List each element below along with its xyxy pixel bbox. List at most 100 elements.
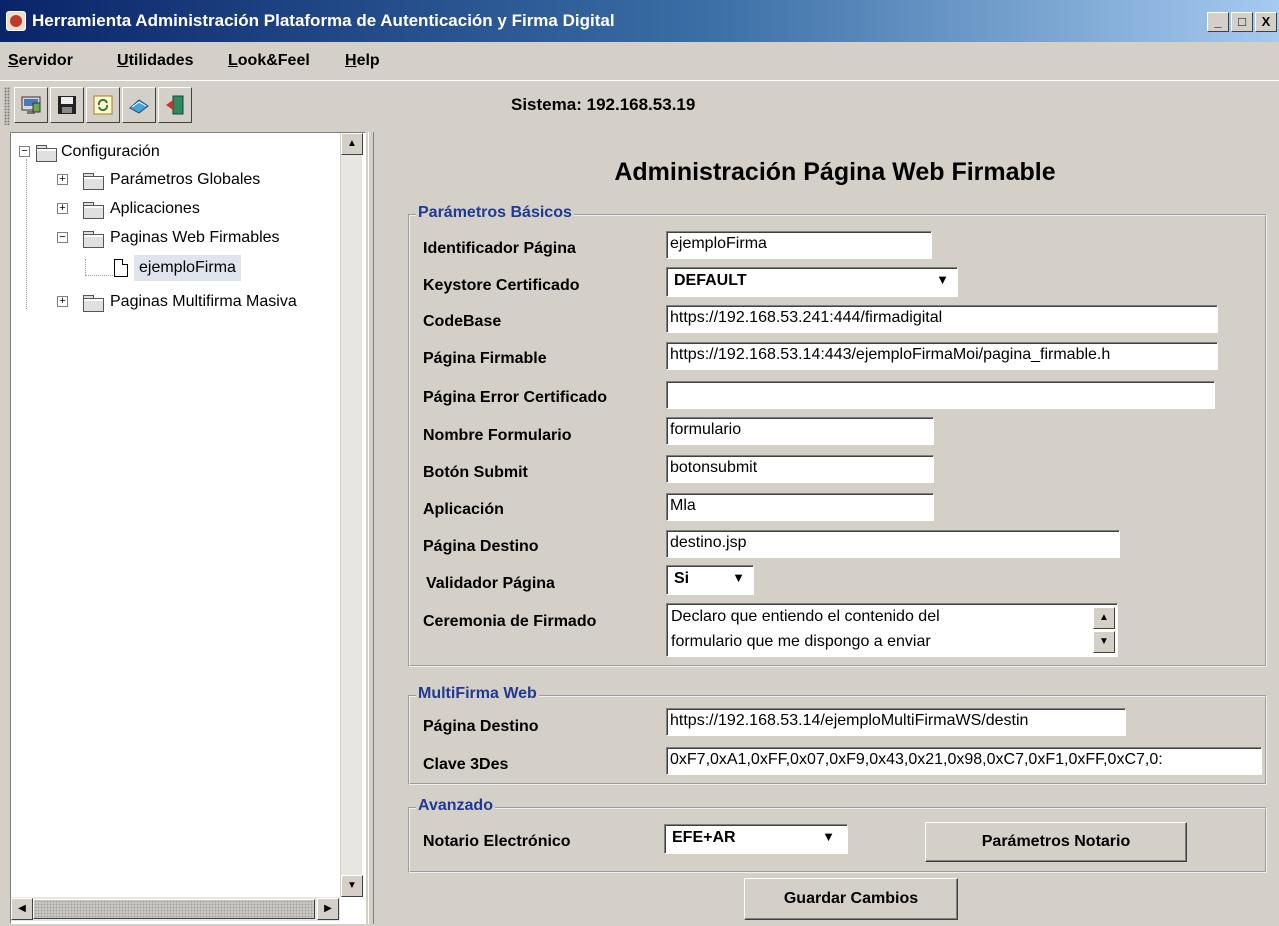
folder-icon [83,231,104,248]
system-label: Sistema: [511,95,582,114]
menu-label: tilidades [128,52,194,69]
keystore-label: Keystore Certificado [423,277,580,294]
signing-ceremony-textarea[interactable]: Declaro que entiendo el contenido del fo… [666,603,1118,657]
menu-label: ervidor [18,52,73,69]
group-legend: MultiFirma Web [416,685,539,703]
codebase-field[interactable]: https://192.168.53.241:444/firmadigital [666,305,1218,333]
book-button[interactable] [122,87,156,123]
tree-node-aplicaciones[interactable]: + Aplicaciones [11,196,331,222]
server-config-icon [21,96,41,114]
multifirma-destination-label: Página Destino [423,718,539,735]
collapse-icon[interactable]: − [19,146,30,157]
menu-mnemonic: U [117,52,129,69]
page-id-label: Identificador Página [423,240,576,257]
menu-servidor[interactable]: Servidor [8,52,73,70]
menu-mnemonic: S [8,52,19,69]
tree-node-label: Aplicaciones [110,200,200,217]
scroll-left-arrow-icon[interactable]: ◀ [11,898,33,920]
chevron-down-icon[interactable]: ▼ [732,570,745,585]
signable-page-field[interactable]: https://192.168.53.14:443/ejemploFirmaMo… [666,342,1218,370]
tree-node-paginas-web-firmables[interactable]: − Paginas Web Firmables [11,225,331,251]
collapse-icon[interactable]: − [57,232,68,243]
close-button[interactable]: X [1255,12,1277,32]
minimize-button[interactable]: _ [1207,12,1229,32]
system-ip: 192.168.53.19 [586,95,696,114]
system-indicator: Sistema: 192.168.53.19 [511,95,695,115]
save-icon [58,96,76,114]
menu-mnemonic: H [345,52,357,69]
electronic-notary-combo[interactable]: EFE+AR ▼ [664,824,848,854]
scroll-right-arrow-icon[interactable]: ▶ [317,898,339,920]
keystore-value: DEFAULT [674,272,747,289]
folder-icon [83,173,104,190]
maximize-button[interactable]: □ [1231,12,1253,32]
scroll-down-arrow-icon[interactable]: ▼ [341,875,363,897]
exit-button[interactable] [158,87,192,123]
application-label: Aplicación [423,501,504,518]
keystore-combo[interactable]: DEFAULT ▼ [666,267,958,297]
save-changes-button[interactable]: Guardar Cambios [744,878,958,920]
group-legend: Avanzado [416,797,495,815]
textarea-line: formulario que me dispongo a enviar [671,633,931,650]
menu-label: ook&Feel [237,52,310,69]
tree-node-label: Configuración [61,143,160,160]
3des-key-field[interactable]: 0xF7,0xA1,0xFF,0x07,0xF9,0x43,0x21,0x98,… [666,747,1262,775]
window-title-bar[interactable]: Herramienta Administración Plataforma de… [0,0,1279,42]
horizontal-scroll-thumb[interactable] [33,899,315,919]
form-name-field[interactable]: formulario [666,417,934,445]
tree-node-configuracion[interactable]: − Configuración [11,139,331,165]
scroll-down-arrow-icon[interactable]: ▼ [1093,631,1115,653]
page-title: Administración Página Web Firmable [614,158,1056,186]
save-button[interactable] [50,87,84,123]
toolbar: Sistema: 192.168.53.19 [0,80,1279,130]
window-title: Herramienta Administración Plataforma de… [32,11,615,30]
chevron-down-icon[interactable]: ▼ [822,829,835,844]
tree-horizontal-scrollbar[interactable]: ◀ ▶ [11,897,340,921]
notary-parameters-button[interactable]: Parámetros Notario [925,822,1187,862]
page-validator-value: Si [674,570,690,587]
refresh-button[interactable] [86,87,120,123]
tree-node-parametros-globales[interactable]: + Parámetros Globales [11,167,331,193]
server-config-button[interactable] [14,87,48,123]
expand-icon[interactable]: + [57,174,68,185]
electronic-notary-value: EFE+AR [672,829,736,846]
destination-page-label: Página Destino [423,538,539,555]
tree-node-paginas-multifirma-masiva[interactable]: + Paginas Multifirma Masiva [11,289,331,315]
submit-button-label: Botón Submit [423,464,528,481]
menu-utilidades[interactable]: Utilidades [117,52,193,70]
tree-node-label: Parámetros Globales [110,171,261,188]
multifirma-destination-field[interactable]: https://192.168.53.14/ejemploMultiFirmaW… [666,708,1126,736]
tree-node-label: Paginas Multifirma Masiva [110,293,297,310]
page-validator-combo[interactable]: Si ▼ [666,565,754,595]
scroll-up-arrow-icon[interactable]: ▲ [341,133,363,155]
tree-node-label: Paginas Web Firmables [110,229,280,246]
config-tree[interactable]: − Configuración + Parámetros Globales + … [10,132,366,924]
cert-error-page-field[interactable] [666,381,1215,409]
folder-icon [83,202,104,219]
toolbar-grip[interactable] [4,87,10,125]
tree-vertical-scrollbar[interactable]: ▲ ▼ [340,133,363,897]
split-pane-divider[interactable] [368,132,374,924]
electronic-notary-label: Notario Electrónico [423,833,571,850]
expand-icon[interactable]: + [57,203,68,214]
tree-node-ejemplofirma[interactable]: ejemploFirma [11,255,331,281]
menu-mnemonic: L [228,52,238,69]
folder-icon [36,145,57,162]
group-legend: Parámetros Básicos [416,204,574,222]
form-name-label: Nombre Formulario [423,427,572,444]
java-app-icon [6,11,26,31]
textarea-line: Declaro que entiendo el contenido del [671,608,940,625]
refresh-icon [93,95,113,115]
menu-label: elp [356,52,380,69]
menu-help[interactable]: Help [345,52,380,70]
chevron-down-icon[interactable]: ▼ [936,272,949,287]
menu-look-and-feel[interactable]: Look&Feel [228,52,310,70]
scroll-up-arrow-icon[interactable]: ▲ [1093,607,1115,629]
page-validator-label: Validador Página [426,575,555,592]
expand-icon[interactable]: + [57,296,68,307]
document-icon [114,259,128,277]
submit-button-field[interactable]: botonsubmit [666,455,934,483]
page-id-field[interactable]: ejemploFirma [666,231,932,259]
destination-page-field[interactable]: destino.jsp [666,530,1120,558]
application-field[interactable]: Mla [666,493,934,521]
